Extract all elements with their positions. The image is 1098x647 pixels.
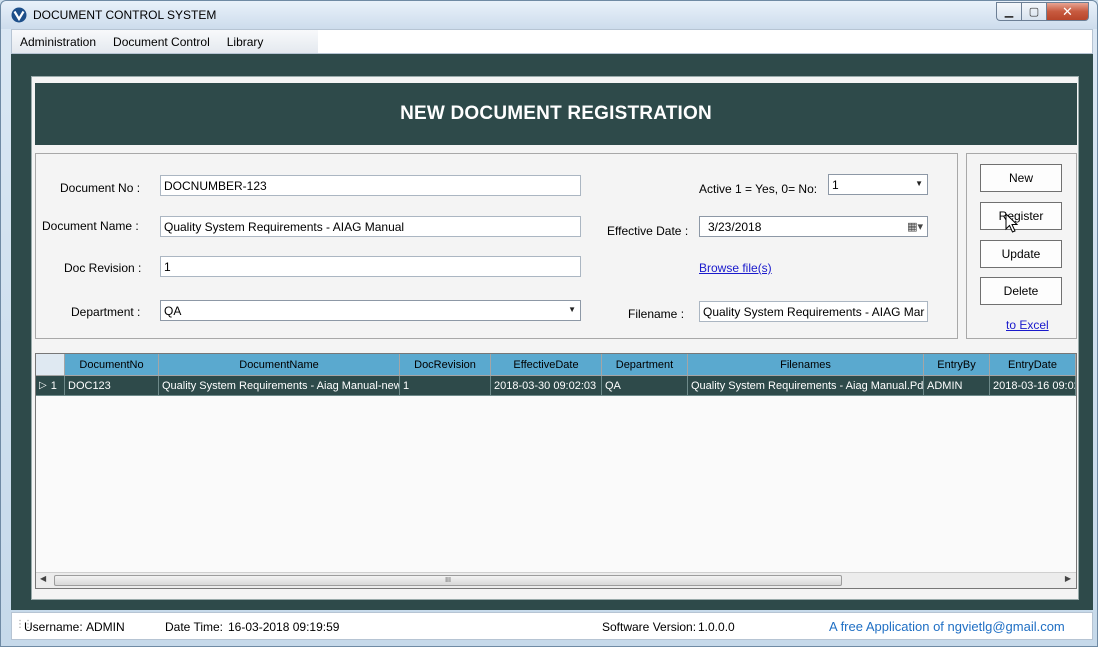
action-panel: New Register Update Delete to Excel bbox=[966, 153, 1077, 339]
table-cell[interactable]: Quality System Requirements - Aiag Manua… bbox=[688, 376, 924, 396]
table-cell[interactable]: ADMIN bbox=[924, 376, 990, 396]
row-header[interactable]: ▷ 1 bbox=[36, 376, 65, 396]
mouse-cursor-icon bbox=[1005, 213, 1019, 233]
maximize-icon: ▢ bbox=[1028, 6, 1040, 18]
username-label: Username: bbox=[24, 620, 83, 634]
new-button[interactable]: New bbox=[980, 164, 1062, 192]
maximize-button[interactable]: ▢ bbox=[1021, 2, 1046, 21]
menu-library[interactable]: Library bbox=[219, 35, 273, 49]
grid-header: DocumentNo DocumentName DocRevision Effe… bbox=[36, 354, 1076, 376]
filename-input[interactable]: Quality System Requirements - AIAG Mar bbox=[699, 301, 928, 322]
document-name-label: Document Name : bbox=[42, 219, 139, 233]
chevron-down-icon: ▼ bbox=[568, 305, 576, 314]
doc-revision-label: Doc Revision : bbox=[64, 261, 142, 275]
datetime-value: 16-03-2018 09:19:59 bbox=[228, 620, 340, 634]
version-label: Software Version: bbox=[602, 620, 697, 634]
document-no-input[interactable]: DOCNUMBER-123 bbox=[160, 175, 581, 196]
menu-administration[interactable]: Administration bbox=[12, 35, 105, 49]
menu-strip: Administration Document Control Library bbox=[12, 30, 318, 53]
scroll-right-icon[interactable]: ▶ bbox=[1065, 574, 1071, 583]
table-cell[interactable]: DOC123 bbox=[65, 376, 159, 396]
username-value: ADMIN bbox=[86, 620, 125, 634]
close-icon: ✕ bbox=[1062, 3, 1073, 19]
chevron-down-icon: ▼ bbox=[915, 179, 923, 188]
scroll-left-icon[interactable]: ◀ bbox=[40, 574, 46, 583]
minimize-icon: ▁ bbox=[1004, 6, 1014, 18]
document-name-input[interactable]: Quality System Requirements - AIAG Manua… bbox=[160, 216, 581, 237]
minimize-button[interactable]: ▁ bbox=[996, 2, 1021, 21]
table-cell[interactable]: 2018-03-16 09:02 bbox=[990, 376, 1076, 396]
title-bar[interactable]: DOCUMENT CONTROL SYSTEM ▁ ▢ ✕ bbox=[1, 1, 1097, 29]
department-value: QA bbox=[164, 304, 182, 318]
column-header[interactable]: EntryBy bbox=[924, 354, 990, 376]
table-row[interactable]: ▷ 1 DOC123 Quality System Requirements -… bbox=[36, 376, 1076, 396]
close-button[interactable]: ✕ bbox=[1046, 2, 1089, 21]
column-header[interactable]: DocumentName bbox=[159, 354, 400, 376]
column-header[interactable]: Filenames bbox=[688, 354, 924, 376]
app-logo-icon bbox=[11, 7, 27, 23]
doc-revision-input[interactable]: 1 bbox=[160, 256, 581, 277]
table-cell[interactable]: 2018-03-30 09:02:03 bbox=[491, 376, 602, 396]
menu-document-control[interactable]: Document Control bbox=[105, 35, 219, 49]
main-area: NEW DOCUMENT REGISTRATION Document No : … bbox=[11, 54, 1093, 610]
update-button[interactable]: Update bbox=[980, 240, 1062, 268]
documents-grid: DocumentNo DocumentName DocRevision Effe… bbox=[35, 353, 1077, 589]
browse-files-link[interactable]: Browse file(s) bbox=[699, 261, 772, 275]
document-no-label: Document No : bbox=[60, 181, 141, 195]
delete-button[interactable]: Delete bbox=[980, 277, 1062, 305]
department-label: Department : bbox=[71, 305, 141, 319]
credit-text: A free Application of ngvietlg@gmail.com bbox=[829, 619, 1065, 634]
effective-date-value: 3/23/2018 bbox=[708, 220, 762, 234]
row-number: 1 bbox=[50, 379, 57, 392]
department-select[interactable]: QA ▼ bbox=[160, 300, 581, 321]
active-select[interactable]: 1 ▼ bbox=[828, 174, 928, 195]
active-label: Active 1 = Yes, 0= No: bbox=[699, 182, 818, 196]
grid-corner bbox=[36, 354, 65, 376]
column-header[interactable]: DocumentNo bbox=[65, 354, 159, 376]
datetime-label: Date Time: bbox=[165, 620, 224, 634]
export-excel-link[interactable]: to Excel bbox=[1006, 318, 1049, 332]
registration-form: Document No : DOCNUMBER-123 Document Nam… bbox=[35, 153, 958, 339]
column-header[interactable]: DocRevision bbox=[400, 354, 491, 376]
app-window: DOCUMENT CONTROL SYSTEM ▁ ▢ ✕ Administra… bbox=[0, 0, 1098, 647]
row-pointer-icon: ▷ bbox=[39, 380, 47, 391]
window-controls: ▁ ▢ ✕ bbox=[996, 2, 1089, 22]
column-header[interactable]: Department bbox=[602, 354, 688, 376]
active-value: 1 bbox=[832, 178, 839, 192]
calendar-icon[interactable]: ▦▾ bbox=[907, 220, 923, 233]
register-button[interactable]: Register bbox=[980, 202, 1062, 230]
horizontal-scrollbar[interactable]: ◀ III ▶ bbox=[36, 572, 1076, 588]
scrollbar-thumb[interactable]: III bbox=[54, 575, 842, 586]
menu-bar: Administration Document Control Library bbox=[11, 29, 1093, 54]
effective-date-picker[interactable]: 3/23/2018 ▦▾ bbox=[699, 216, 928, 237]
window-title: DOCUMENT CONTROL SYSTEM bbox=[33, 8, 217, 22]
table-cell[interactable]: Quality System Requirements - Aiag Manua… bbox=[159, 376, 400, 396]
grip-icon: III bbox=[445, 577, 451, 584]
version-value: 1.0.0.0 bbox=[698, 620, 735, 634]
registration-panel: NEW DOCUMENT REGISTRATION Document No : … bbox=[31, 76, 1079, 600]
filename-label: Filename : bbox=[628, 307, 685, 321]
page-title: NEW DOCUMENT REGISTRATION bbox=[35, 83, 1077, 145]
effective-date-label: Effective Date : bbox=[607, 224, 689, 238]
column-header[interactable]: EffectiveDate bbox=[491, 354, 602, 376]
table-cell[interactable]: 1 bbox=[400, 376, 491, 396]
status-bar: ⋮⋮ Username: ADMIN Date Time: 16-03-2018… bbox=[11, 612, 1093, 640]
column-header[interactable]: EntryDate bbox=[990, 354, 1076, 376]
table-cell[interactable]: QA bbox=[602, 376, 688, 396]
